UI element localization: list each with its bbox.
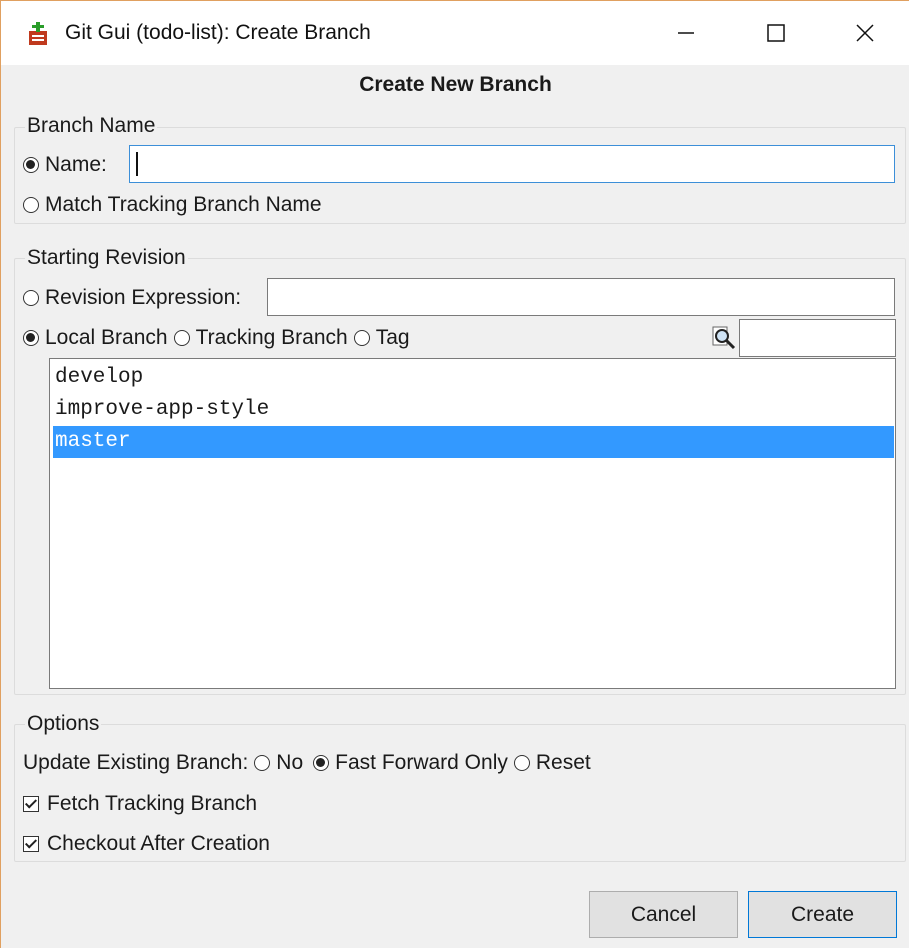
window-title: Git Gui (todo-list): Create Branch (65, 21, 371, 44)
name-radio[interactable] (23, 157, 39, 173)
update-fast-forward-label[interactable]: Fast Forward Only (335, 751, 508, 775)
branch-name-group-label: Branch Name (25, 114, 158, 138)
checkout-after-option[interactable]: Checkout After Creation (23, 832, 270, 856)
search-icon[interactable] (710, 325, 738, 351)
create-button[interactable]: Create (748, 891, 897, 938)
cancel-button[interactable]: Cancel (589, 891, 738, 938)
update-no-radio[interactable] (254, 755, 271, 771)
update-fast-forward-radio[interactable] (313, 755, 330, 771)
fetch-tracking-checkbox[interactable] (23, 796, 39, 812)
update-existing-label: Update Existing Branch: (23, 751, 249, 774)
match-tracking-option[interactable]: Match Tracking Branch Name (23, 193, 322, 217)
branch-list-item[interactable]: improve-app-style (53, 394, 894, 426)
revision-source-options: Local Branch Tracking Branch Tag (23, 326, 410, 350)
update-no-label[interactable]: No (276, 751, 303, 775)
revision-expression-radio[interactable] (23, 290, 39, 306)
maximize-button[interactable] (731, 1, 821, 65)
tracking-branch-radio[interactable] (173, 330, 190, 346)
name-label: Name: (45, 153, 107, 176)
match-tracking-radio[interactable] (23, 197, 39, 213)
local-branch-radio[interactable] (23, 330, 39, 346)
update-reset-radio[interactable] (513, 755, 530, 771)
branch-list-item[interactable]: develop (53, 362, 894, 394)
tag-label[interactable]: Tag (376, 326, 410, 350)
local-branch-label[interactable]: Local Branch (45, 326, 168, 350)
name-option[interactable]: Name: (23, 153, 107, 177)
create-branch-dialog: Git Gui (todo-list): Create Branch Creat… (0, 0, 909, 948)
branch-filter-input[interactable] (739, 319, 896, 357)
update-existing-branch-row: Update Existing Branch: No Fast Forward … (23, 751, 591, 775)
tag-radio[interactable] (353, 330, 370, 346)
match-tracking-label: Match Tracking Branch Name (45, 193, 322, 216)
branch-name-input[interactable] (129, 145, 895, 183)
close-icon (856, 24, 874, 42)
checkout-after-checkbox[interactable] (23, 836, 39, 852)
revision-expression-label: Revision Expression: (45, 286, 242, 309)
starting-revision-group-label: Starting Revision (25, 246, 188, 270)
revision-expression-input[interactable] (267, 278, 895, 316)
close-button[interactable] (820, 1, 909, 65)
git-gui-app-icon (29, 22, 47, 45)
fetch-tracking-option[interactable]: Fetch Tracking Branch (23, 792, 257, 816)
update-reset-label[interactable]: Reset (536, 751, 591, 775)
tracking-branch-label[interactable]: Tracking Branch (196, 326, 348, 350)
checkout-after-label: Checkout After Creation (47, 832, 270, 855)
fetch-tracking-label: Fetch Tracking Branch (47, 792, 258, 815)
dialog-heading: Create New Branch (359, 73, 552, 96)
maximize-icon (767, 24, 785, 42)
branch-list[interactable]: develop improve-app-style master (49, 358, 896, 689)
title-bar[interactable]: Git Gui (todo-list): Create Branch (1, 1, 909, 65)
text-caret (136, 152, 138, 176)
minimize-button[interactable] (641, 1, 731, 65)
branch-list-item-selected[interactable]: master (53, 426, 894, 458)
minimize-icon (678, 32, 694, 34)
revision-expression-option[interactable]: Revision Expression: (23, 286, 241, 310)
options-group-label: Options (25, 712, 102, 736)
